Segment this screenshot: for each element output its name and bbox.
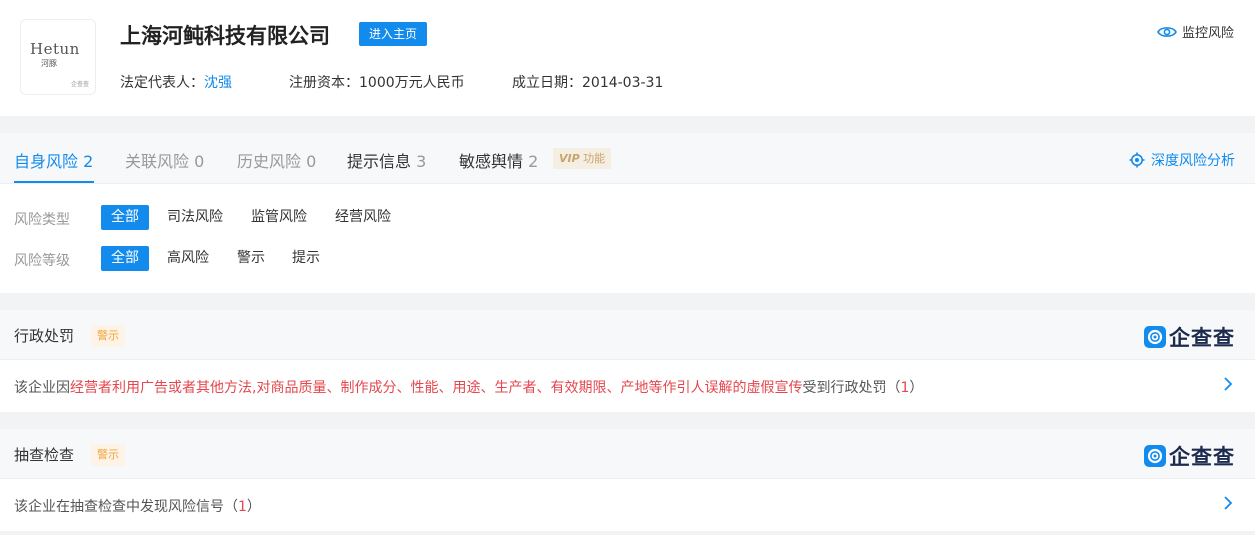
tab-count: 3 (416, 152, 427, 171)
tab-label: 关联风险 (125, 152, 190, 171)
founded-value: 2014-03-31 (582, 75, 664, 91)
filter-level-notice[interactable]: 提示 (282, 246, 330, 271)
summary-suffix: 受到行政处罚（ (802, 380, 901, 396)
card-title: 行政处罚 (14, 327, 75, 345)
summary-prefix: 该企业在抽查检查中发现风险信号（ (14, 499, 238, 515)
logo-sub: 河豚 (41, 59, 57, 68)
tab-self-risk[interactable]: 自身风险 2 (14, 148, 93, 172)
risk-level-filter: 风险等级 全部 高风险 警示 提示 (0, 246, 1255, 272)
legal-rep: 法定代表人：沈强 (120, 72, 232, 92)
active-tab-underline (14, 181, 94, 183)
warning-tag: 警示 (91, 444, 125, 466)
filter-type-all[interactable]: 全部 (101, 205, 149, 230)
brand-text: 企查查 (1169, 445, 1235, 469)
founded-date: 成立日期：2014-03-31 (512, 72, 663, 92)
summary-close: ） (909, 380, 924, 396)
filter-level-warning[interactable]: 警示 (227, 246, 275, 271)
monitor-risk-button[interactable]: 监控风险 (1157, 22, 1234, 41)
risk-type-filter: 风险类型 全部 司法风险 监管风险 经营风险 (0, 205, 1255, 231)
logo-text: Hetun (30, 40, 80, 58)
monitor-risk-label: 监控风险 (1181, 26, 1234, 41)
tab-label: 敏感舆情 (459, 152, 524, 171)
qcc-logo-icon (1144, 326, 1166, 348)
summary-close: ） (246, 499, 261, 515)
filter-level-high[interactable]: 高风险 (157, 246, 219, 271)
card-header: 抽查检查 警示 企查查 (0, 429, 1255, 479)
tab-history-risk[interactable]: 历史风险 0 (237, 148, 316, 172)
eye-icon (1157, 26, 1177, 37)
risk-level-label: 风险等级 (14, 253, 70, 269)
risk-tabs: 自身风险 2 关联风险 0 历史风险 0 提示信息 3 敏感舆情 2 VIP 功… (0, 133, 1255, 184)
company-header: Hetun 河豚 企查查 上海河鲀科技有限公司 进入主页 法定代表人：沈强 注册… (0, 0, 1255, 116)
legal-rep-link[interactable]: 沈强 (204, 75, 232, 91)
filter-type-regulatory[interactable]: 监管风险 (241, 205, 317, 230)
warning-tag: 警示 (91, 325, 125, 347)
brand-text: 企查查 (1169, 326, 1235, 350)
card-title: 抽查检查 (14, 446, 75, 464)
qcc-logo-icon (1144, 445, 1166, 467)
tab-count: 0 (194, 152, 205, 171)
founded-label: 成立日期： (512, 75, 582, 91)
tab-sensitive-news[interactable]: 敏感舆情 2 (459, 148, 538, 172)
deep-risk-analysis-link[interactable]: 深度风险分析 (1129, 150, 1235, 170)
summary-highlight: 经营者利用广告或者其他方法,对商品质量、制作成分、性能、用途、生产者、有效期限、… (70, 380, 803, 396)
penalty-summary[interactable]: 该企业因经营者利用广告或者其他方法,对商品质量、制作成分、性能、用途、生产者、有… (14, 377, 923, 397)
tab-count: 0 (306, 152, 317, 171)
filter-type-judicial[interactable]: 司法风险 (157, 205, 233, 230)
qcc-brand: 企查查 (1144, 322, 1235, 352)
company-logo: Hetun 河豚 企查查 (20, 19, 96, 95)
deep-risk-analysis-label: 深度风险分析 (1151, 153, 1235, 169)
company-name: 上海河鲀科技有限公司 (120, 24, 330, 48)
spot-check-card: 抽查检查 警示 企查查 该企业在抽查检查中发现风险信号（1） (0, 429, 1255, 531)
tab-label: 自身风险 (14, 152, 79, 171)
filter-level-all[interactable]: 全部 (101, 246, 149, 271)
vip-badge: VIP 功能 (553, 148, 612, 169)
legal-rep-label: 法定代表人： (120, 75, 204, 91)
registered-capital: 注册资本：1000万元人民币 (289, 72, 465, 92)
tab-notice-info[interactable]: 提示信息 3 (347, 148, 426, 172)
vip-mark: VIP (559, 152, 580, 165)
chevron-right-icon[interactable] (1221, 493, 1235, 513)
enter-homepage-button[interactable]: 进入主页 (359, 22, 427, 46)
capital-value: 1000万元人民币 (359, 75, 465, 91)
tab-related-risk[interactable]: 关联风险 0 (125, 148, 204, 172)
card-header: 行政处罚 警示 企查查 (0, 310, 1255, 360)
filter-type-operation[interactable]: 经营风险 (325, 205, 401, 230)
tab-count: 2 (83, 152, 94, 171)
admin-penalty-card: 行政处罚 警示 企查查 该企业因经营者利用广告或者其他方法,对商品质量、制作成分… (0, 310, 1255, 412)
tab-label: 历史风险 (237, 152, 302, 171)
target-icon (1129, 152, 1145, 168)
risk-type-label: 风险类型 (14, 212, 70, 228)
logo-small: 企查查 (70, 81, 89, 88)
risk-panel: 自身风险 2 关联风险 0 历史风险 0 提示信息 3 敏感舆情 2 VIP 功… (0, 133, 1255, 293)
qcc-brand: 企查查 (1144, 441, 1235, 471)
summary-prefix: 该企业因 (14, 380, 70, 396)
vip-text: 功能 (583, 152, 606, 165)
chevron-right-icon[interactable] (1221, 374, 1235, 394)
tab-count: 2 (528, 152, 539, 171)
summary-count: 1 (238, 499, 247, 515)
capital-label: 注册资本： (289, 75, 359, 91)
spot-check-summary[interactable]: 该企业在抽查检查中发现风险信号（1） (14, 496, 261, 516)
tab-label: 提示信息 (347, 152, 412, 171)
